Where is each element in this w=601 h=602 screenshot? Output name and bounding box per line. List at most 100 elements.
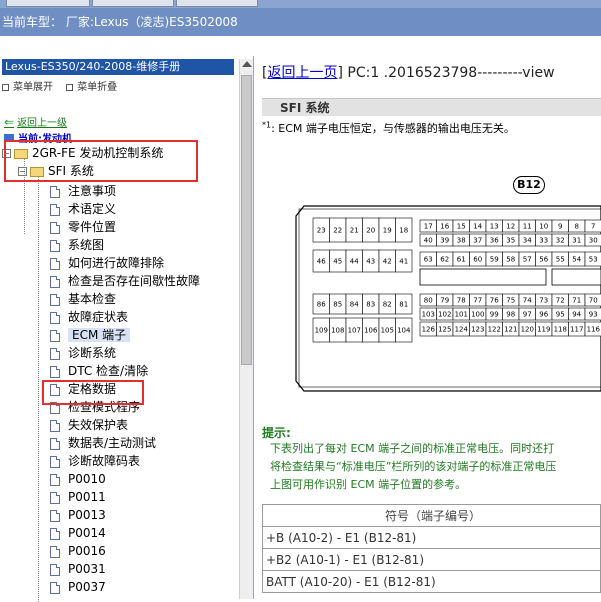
pin-row1-left-label: 19	[383, 227, 392, 235]
tree-item[interactable]: 检查是否存在间歇性故障	[50, 272, 200, 290]
collapse-icon	[66, 83, 74, 91]
tree-item[interactable]: P0016	[50, 542, 106, 560]
tree-item-label: P0014	[68, 526, 106, 540]
tree-item[interactable]: 注意事项	[50, 182, 116, 200]
tree-item[interactable]: ECM 端子	[50, 326, 131, 344]
expand-icon	[2, 83, 9, 91]
pin-row3-right-label: 55	[556, 256, 565, 264]
pin-row1-right-label: 17	[424, 223, 433, 231]
red-highlight-box	[4, 140, 198, 182]
tree-item[interactable]: P0037	[50, 578, 106, 596]
tree-item[interactable]: 失效保护表	[50, 416, 128, 434]
tree-item[interactable]: P0010	[50, 470, 106, 488]
tree-item-label: 诊断系统	[68, 346, 117, 360]
tree-item[interactable]: P0031	[50, 560, 106, 578]
pin-row1-left-label: 22	[333, 227, 342, 235]
tree-item[interactable]: P0013	[50, 506, 106, 524]
pin-row3-right-label: 56	[539, 256, 548, 264]
content-pane: [返回上一页] PC:1 .2016523798---------view SF…	[256, 56, 601, 599]
document-icon	[50, 545, 60, 558]
pin-row2-right-label: 35	[506, 237, 515, 245]
pin-row6-right-label: 120	[521, 326, 534, 334]
tree-item[interactable]: 零件位置	[50, 218, 116, 236]
tree-item-label: 故障症状表	[68, 310, 129, 324]
scroll-up-icon[interactable]	[242, 61, 252, 67]
tree-item[interactable]: 如何进行故障排除	[50, 254, 164, 272]
document-icon	[50, 257, 60, 270]
tree-guide-line	[38, 172, 39, 602]
pin-row4-right-label: 70	[589, 297, 598, 305]
tree-item[interactable]: 诊断系统	[50, 344, 116, 362]
document-icon	[50, 473, 60, 486]
back-up-level-link[interactable]: ⇐ 返回上一级	[4, 114, 67, 129]
pin-row1-left-label: 18	[399, 227, 408, 235]
pin-row2-right-label: 33	[539, 237, 548, 245]
document-icon	[50, 491, 60, 504]
tree-item-label: 注意事项	[68, 184, 117, 198]
note-line: *1: ECM 端子电压恒定，与传感器的输出电压无关。	[262, 120, 515, 136]
pin-row5-right-label: 97	[523, 311, 532, 319]
pin-row3-left-label: 41	[399, 258, 408, 266]
tree-item-label: 零件位置	[68, 220, 117, 234]
toolbar-button-1[interactable]	[6, 0, 90, 7]
tree-item[interactable]: 故障症状表	[50, 308, 128, 326]
tip-line: 下表列出了每对 ECM 端子之间的标准正常电压。同时还打	[270, 442, 555, 455]
toolbar-button-2[interactable]	[92, 0, 174, 7]
red-highlight-box	[42, 380, 144, 405]
tree-item[interactable]: DTC 检查/清除	[50, 362, 148, 380]
tree-item-label: P0011	[68, 490, 106, 504]
tip-label: 提示:	[262, 426, 291, 440]
tree-item[interactable]: P0011	[50, 488, 106, 506]
collapse-menu-button[interactable]: 菜单折叠	[66, 82, 117, 93]
pin-row3-right-label: 58	[506, 256, 515, 264]
terminal-voltage-table: 符号（端子编号） +B (A10-2) - E1 (B12-81) +B2 (A…	[262, 504, 601, 593]
expand-label: 菜单展开	[13, 82, 53, 93]
tree-item[interactable]: 诊断故障码表	[50, 452, 140, 470]
pin-row4-right-label: 79	[440, 297, 449, 305]
table-cell: +B2 (A10-1) - E1 (B12-81)	[262, 548, 601, 571]
pin-row4-left-label: 82	[383, 301, 392, 309]
tree-item[interactable]: P0014	[50, 524, 106, 542]
pin-row3-left-label: 42	[383, 258, 392, 266]
expand-menu-button[interactable]: 菜单展开	[2, 82, 53, 93]
pin-row3-right-label: 61	[457, 256, 466, 264]
pin-row1-left-label: 20	[366, 227, 375, 235]
pin-row3-right-label: 60	[473, 256, 482, 264]
document-icon	[50, 347, 60, 360]
table-row: +B2 (A10-1) - E1 (B12-81)	[262, 548, 601, 571]
table-row: BATT (A10-20) - E1 (B12-81)	[262, 570, 601, 593]
pin-row2-right-label: 39	[440, 237, 449, 245]
tree-item[interactable]: 基本检查	[50, 290, 116, 308]
document-icon	[50, 527, 60, 540]
pin-row1-right-label: 16	[440, 223, 449, 231]
pin-row6-right-label: 122	[488, 326, 501, 334]
document-icon	[50, 203, 60, 216]
pin-row4-right-label: 71	[572, 297, 581, 305]
back-page-link[interactable]: 返回上一页	[267, 65, 337, 81]
tree-item[interactable]: 系统图	[50, 236, 104, 254]
pin-row4-right-label: 75	[506, 297, 515, 305]
tree-item[interactable]: 术语定义	[50, 200, 116, 218]
tree-item-label: DTC 检查/清除	[68, 364, 149, 378]
tree-item-label: P0016	[68, 544, 106, 558]
document-icon	[50, 293, 60, 306]
pin-row5-right-label: 94	[572, 311, 581, 319]
left-scrollbar[interactable]	[239, 59, 253, 599]
scroll-thumb[interactable]	[241, 75, 252, 365]
pin-row2-right-label: 36	[490, 237, 499, 245]
toolbar-button-3[interactable]	[176, 0, 258, 7]
pin-row3-right-label: 57	[523, 256, 532, 264]
document-icon	[50, 239, 60, 252]
tree-item-label: 诊断故障码表	[68, 454, 141, 468]
tree-item[interactable]: 数据表/主动测试	[50, 434, 156, 452]
content-header: [返回上一页] PC:1 .2016523798---------view	[262, 65, 555, 81]
back-arrow-icon: ⇐	[4, 115, 15, 129]
pin-row2-right-label: 34	[523, 237, 532, 245]
pin-row1-left-label: 21	[350, 227, 359, 235]
pin-row5-right-label: 99	[490, 311, 499, 319]
pin-row4-right-label: 76	[490, 297, 499, 305]
pin-row2-right-label: 31	[572, 237, 581, 245]
document-icon	[50, 455, 60, 468]
pin-row2-right-label: 40	[424, 237, 433, 245]
table-header-symbol: 符号（端子编号）	[262, 504, 601, 527]
